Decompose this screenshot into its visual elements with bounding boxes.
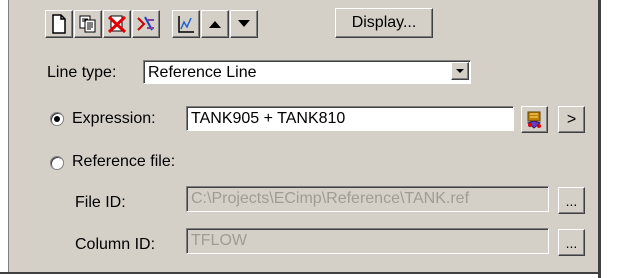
move-up-button[interactable] <box>201 10 229 38</box>
column-id-browse-button[interactable]: ... <box>558 229 585 256</box>
reference-file-label: Reference file: <box>72 153 176 170</box>
column-id-value: TFLOW <box>191 232 247 249</box>
column-id-browse-label: ... <box>565 234 578 251</box>
expression-input[interactable]: TANK905 + TANK810 <box>186 106 514 131</box>
edit-expression-icon <box>136 14 156 34</box>
expression-radio[interactable] <box>50 112 64 126</box>
move-down-icon <box>237 19 251 29</box>
display-button-label: Display... <box>351 14 417 31</box>
move-up-icon <box>208 19 222 29</box>
file-id-input[interactable]: C:\Projects\ECimp\Reference\TANK.ref <box>186 186 549 212</box>
line-type-label: Line type: <box>47 64 117 81</box>
file-id-label: File ID: <box>75 194 126 211</box>
expression-builder-button[interactable] <box>521 106 548 133</box>
chevron-down-icon <box>455 68 465 74</box>
file-id-browse-button[interactable]: ... <box>558 187 585 214</box>
outside-area <box>601 0 617 278</box>
left-border <box>8 0 9 272</box>
column-id-label: Column ID: <box>75 236 156 253</box>
radio-selected-dot <box>54 116 60 122</box>
bottom-border <box>0 272 601 274</box>
graph-button[interactable] <box>172 10 200 38</box>
copy-icon <box>78 14 98 34</box>
file-id-browse-label: ... <box>565 192 578 209</box>
expression-more-button[interactable]: > <box>558 106 585 133</box>
new-document-icon <box>50 14 68 34</box>
reference-file-radio[interactable] <box>50 156 64 170</box>
move-down-button[interactable] <box>230 10 258 38</box>
line-type-value: Reference Line <box>148 64 257 81</box>
column-id-input[interactable]: TFLOW <box>186 228 549 254</box>
expression-label: Expression: <box>72 110 156 127</box>
delete-line-button[interactable] <box>103 10 131 38</box>
expression-value: TANK905 + TANK810 <box>191 110 346 127</box>
line-type-dropdown-button[interactable] <box>451 62 469 80</box>
display-button[interactable]: Display... <box>335 8 433 38</box>
copy-line-button[interactable] <box>74 10 102 38</box>
expression-builder-icon <box>525 110 545 130</box>
line-properties-panel: Display... Line type: Reference Line Exp… <box>0 0 617 278</box>
delete-icon <box>107 14 127 34</box>
graph-icon <box>176 14 196 34</box>
file-id-value: C:\Projects\ECimp\Reference\TANK.ref <box>191 190 470 207</box>
new-line-button[interactable] <box>45 10 73 38</box>
edit-expression-button[interactable] <box>132 10 160 38</box>
expression-more-label: > <box>566 110 577 128</box>
line-type-select[interactable]: Reference Line <box>143 60 471 84</box>
